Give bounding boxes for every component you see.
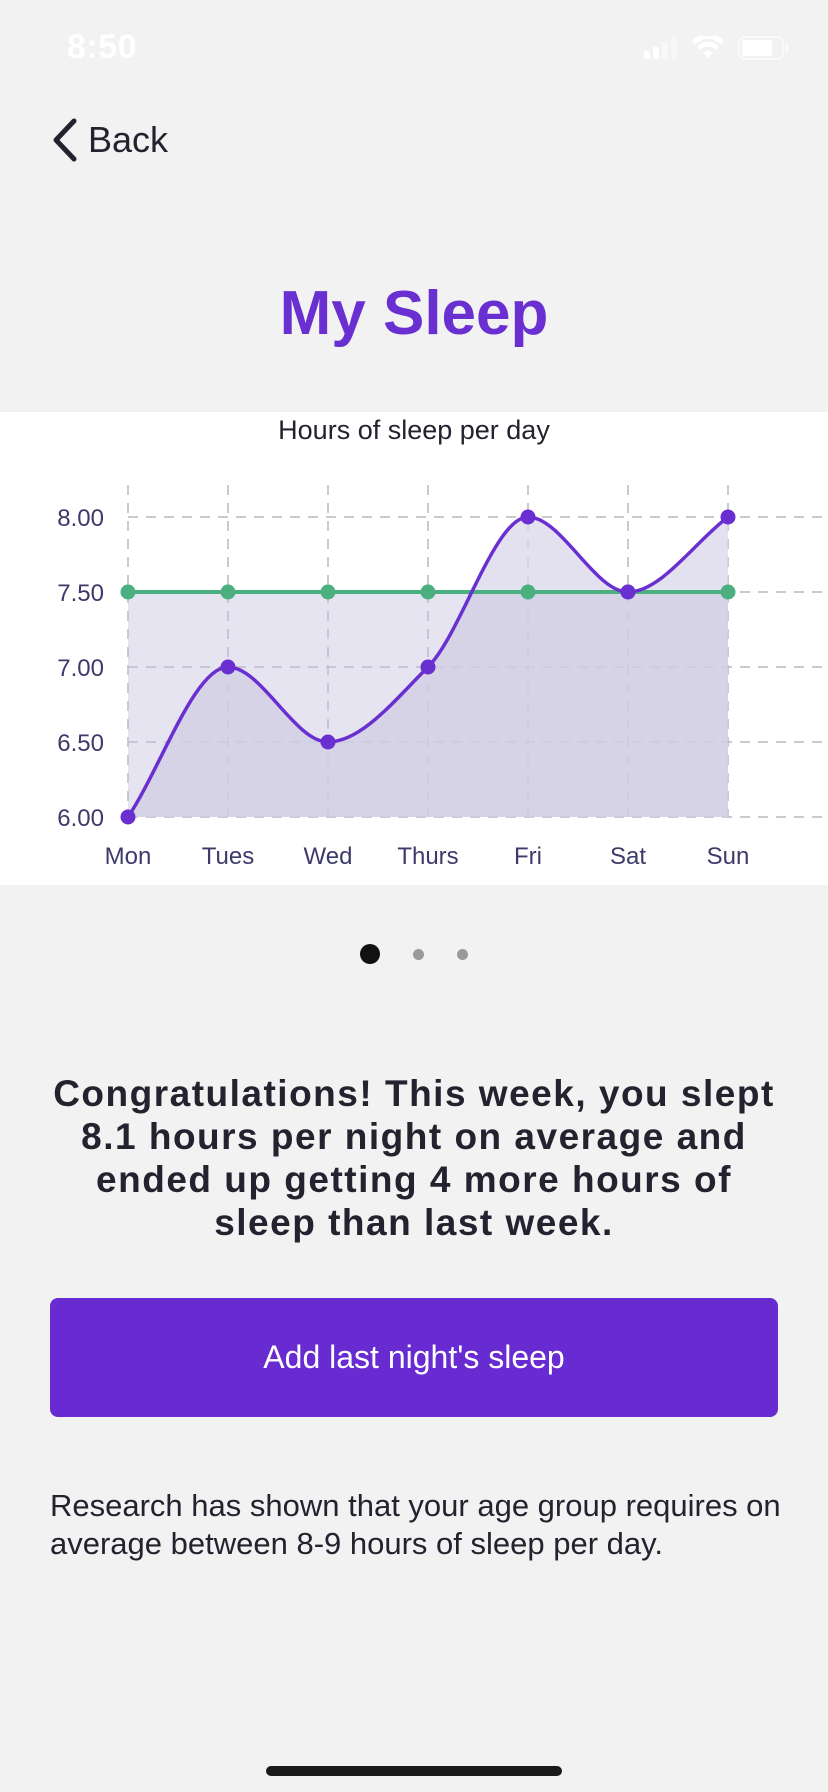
y-tick-label: 8.00 xyxy=(57,505,104,532)
series-1-point xyxy=(620,584,636,600)
chevron-left-icon xyxy=(53,118,77,162)
series-1-point xyxy=(520,509,536,525)
series-2-point xyxy=(720,584,736,600)
y-tick-label: 6.50 xyxy=(57,730,104,757)
page-dot-2[interactable] xyxy=(413,948,424,960)
page-title: My Sleep xyxy=(279,279,549,348)
status-time: 8:50 xyxy=(67,28,138,66)
series-1-point xyxy=(320,734,336,750)
series-1-point xyxy=(720,509,736,525)
series-1-point xyxy=(420,659,436,675)
y-tick-label: 7.00 xyxy=(57,655,104,682)
y-tick-label: 7.50 xyxy=(57,580,104,607)
page-indicator xyxy=(0,944,828,964)
cellular-signal-icon xyxy=(644,37,677,59)
status-icons xyxy=(644,36,790,60)
series-1-point xyxy=(220,659,236,675)
series-2-point xyxy=(420,584,436,600)
back-button[interactable]: Back xyxy=(50,110,168,170)
series-2-point xyxy=(120,584,136,600)
sleep-chart: Hours of sleep per day 6.00 6.50 7.00 7.50 8… xyxy=(0,412,828,885)
page-dot-1[interactable] xyxy=(360,944,380,964)
series-2-point xyxy=(220,584,236,600)
wifi-icon xyxy=(692,36,724,58)
target-area xyxy=(128,592,728,817)
status-bar: 8:50 xyxy=(0,0,828,100)
home-indicator xyxy=(266,1766,562,1776)
page-dot-3[interactable] xyxy=(457,948,468,960)
x-tick-label: Tues xyxy=(202,843,254,870)
add-sleep-button[interactable]: Add last night's sleep xyxy=(50,1298,778,1417)
sleep-summary: Congratulations! This week, you slept 8.… xyxy=(53,1073,775,1243)
x-tick-label: Mon xyxy=(105,843,152,870)
x-tick-label: Thurs xyxy=(397,843,458,870)
x-tick-label: Sat xyxy=(610,843,646,870)
series-2-point xyxy=(520,584,536,600)
x-tick-label: Fri xyxy=(514,843,542,870)
x-tick-label: Sun xyxy=(707,843,750,870)
back-label: Back xyxy=(88,119,169,160)
series-2-point xyxy=(320,584,336,600)
y-tick-label: 6.00 xyxy=(57,805,104,832)
research-note: Research has shown that your age group r… xyxy=(50,1488,781,1561)
x-tick-label: Wed xyxy=(304,843,353,870)
series-1-point xyxy=(120,809,136,825)
sleep-chart-plot: 6.00 6.50 7.00 7.50 8.00 Mon Tues Wed Thurs Fri Sa… xyxy=(57,485,828,870)
battery-icon xyxy=(738,36,789,60)
